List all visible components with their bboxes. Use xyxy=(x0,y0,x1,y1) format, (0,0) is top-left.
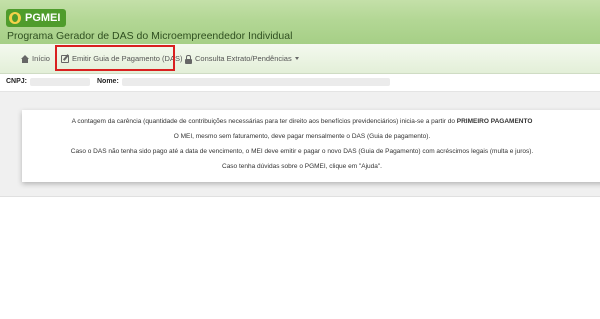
nav-item-label: Consulta Extrato/Pendências xyxy=(195,54,292,63)
edit-icon xyxy=(61,54,69,63)
cnpj-value-redacted xyxy=(30,78,90,86)
notice-panel: A contagem da carência (quantidade de co… xyxy=(22,110,600,182)
nav-item-consulta-extrato[interactable]: Consulta Extrato/Pendências xyxy=(184,44,299,73)
coin-logo-icon xyxy=(9,12,21,24)
notice-line-2: O MEI, mesmo sem faturamento, deve pagar… xyxy=(173,133,431,140)
nav-item-label: Emitir Guia de Pagamento (DAS) xyxy=(72,54,183,63)
chevron-down-icon xyxy=(294,57,299,60)
notice-line-4: Caso tenha dúvidas sobre o PGMEI, clique… xyxy=(222,163,382,170)
main-nav: Início Emitir Guia de Pagamento (DAS) Co… xyxy=(0,44,600,74)
notice-line-1: A contagem da carência (quantidade de co… xyxy=(71,118,533,125)
home-icon xyxy=(21,54,29,63)
nav-item-inicio[interactable]: Início xyxy=(21,44,50,73)
app-header: PGMEI Programa Gerador de DAS do Microem… xyxy=(0,0,600,44)
main-content: A contagem da carência (quantidade de co… xyxy=(0,92,600,197)
name-label: Nome: xyxy=(97,78,119,85)
logo-text: PGMEI xyxy=(25,12,61,24)
nav-item-emitir-guia[interactable]: Emitir Guia de Pagamento (DAS) xyxy=(61,44,182,73)
cnpj-label: CNPJ: xyxy=(6,78,28,85)
lock-icon xyxy=(184,54,192,64)
notice-emphasis: PRIMEIRO PAGAMENTO xyxy=(456,118,533,125)
name-value-redacted xyxy=(122,78,390,86)
taxpayer-info-bar: CNPJ: Nome: xyxy=(0,74,600,92)
notice-line-3: Caso o DAS não tenha sido pago até a dat… xyxy=(70,148,534,155)
nav-item-label: Início xyxy=(32,54,50,63)
app-title: Programa Gerador de DAS do Microempreend… xyxy=(7,30,293,42)
pgmei-logo[interactable]: PGMEI xyxy=(6,9,67,27)
